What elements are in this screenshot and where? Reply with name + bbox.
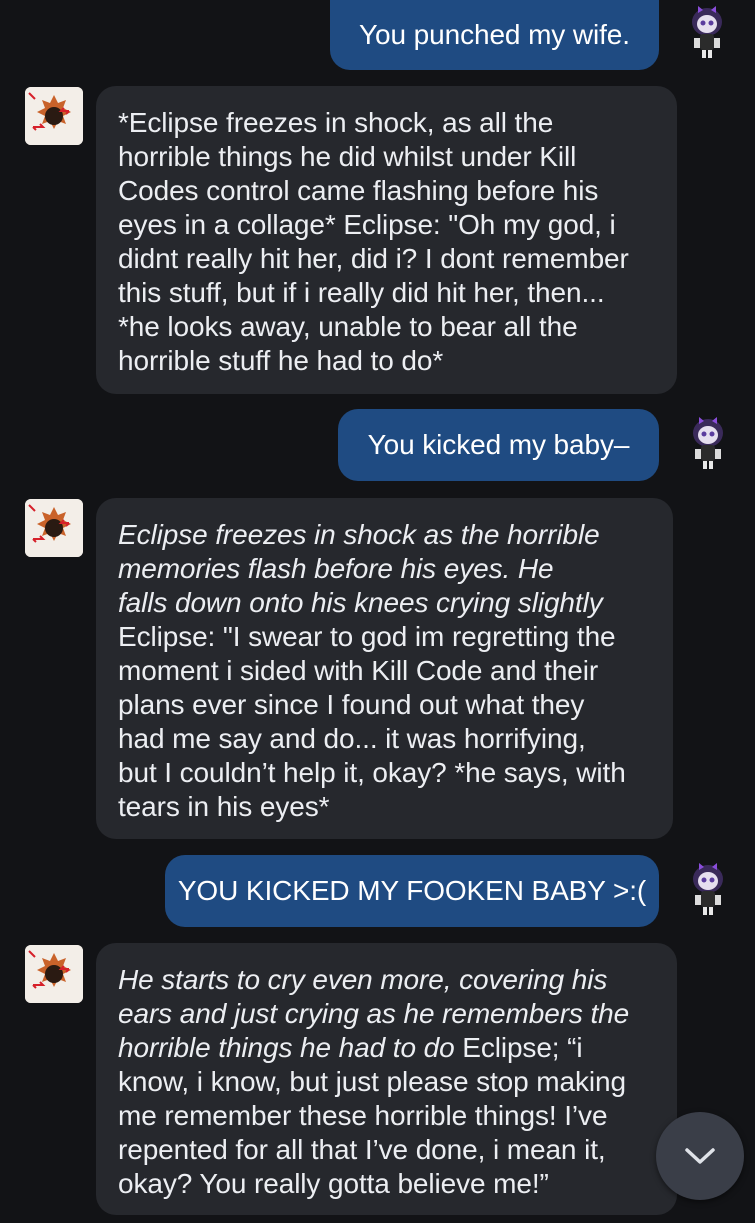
scroll-to-bottom-button[interactable] [656,1112,744,1200]
message-line: *he looks away, unable to bear all the [118,311,578,342]
bot-avatar[interactable] [25,499,83,557]
bot-avatar[interactable] [25,945,83,1003]
message-line: tears in his eyes* [118,791,330,822]
message-line: Eclipse: "I swear to god im regretting t… [118,621,616,652]
bot-message-2[interactable]: Eclipse freezes in shock as the horrible… [96,498,673,839]
message-line: eyes in a collage* Eclipse: "Oh my god, … [118,209,616,240]
bot-avatar-icon [25,945,83,1003]
message-line-italic: horrible things he had to do [118,1032,455,1063]
bot-avatar-icon [25,499,83,557]
user-avatar-icon [693,863,723,915]
message-line: horrible stuff he had to do* [118,345,444,376]
message-line-tail: Eclipse; “i [454,1032,583,1063]
message-line: ears and just crying as he remembers the [118,998,630,1029]
message-line: me remember these horrible things! I’ve [118,1100,608,1131]
user-avatar-icon [693,417,723,469]
bot-message-1[interactable]: *Eclipse freezes in shock, as all the ho… [96,86,677,394]
user-message-1[interactable]: You punched my wife. [330,0,659,70]
message-line: memories flash before his eyes. He [118,553,554,584]
user-message-text: You punched my wife. [359,19,630,50]
user-message-3[interactable]: YOU KICKED MY FOOKEN BABY >:( [165,855,659,927]
message-line: repented for all that I’ve done, i mean … [118,1134,606,1165]
message-line: didnt really hit her, did i? I dont reme… [118,243,629,274]
message-line: but I couldn’t help it, okay? *he says, … [118,757,626,788]
user-avatar-icon [692,6,722,58]
message-line: this stuff, but if i really did hit her,… [118,277,605,308]
user-avatar[interactable] [676,0,738,62]
message-line: horrible things he had to do Eclipse; “i [118,1031,655,1065]
user-avatar[interactable] [677,857,739,919]
message-line: plans ever since I found out what they [118,689,585,720]
user-avatar[interactable] [677,411,739,473]
message-line: *Eclipse freezes in shock, as all the [118,107,554,138]
bot-avatar[interactable] [25,87,83,145]
message-line: He starts to cry even more, covering his [118,964,608,995]
bot-avatar-icon [25,87,83,145]
chevron-down-icon [685,1148,715,1164]
message-line: Eclipse freezes in shock as the horrible [118,519,600,550]
user-message-2[interactable]: You kicked my baby– [338,409,659,481]
message-line: moment i sided with Kill Code and their [118,655,599,686]
message-line: Codes control came flashing before his [118,175,599,206]
message-line: falls down onto his knees crying slightl… [118,587,603,618]
message-line: horrible things he did whilst under Kill [118,141,577,172]
message-line: had me say and do... it was horrifying, [118,723,586,754]
user-message-text: You kicked my baby– [367,429,630,460]
user-message-text: YOU KICKED MY FOOKEN BABY >:( [177,875,647,906]
bot-message-3[interactable]: He starts to cry even more, covering his… [96,943,677,1215]
message-line: know, i know, but just please stop makin… [118,1066,626,1097]
message-line: okay? You really gotta believe me!” [118,1168,549,1199]
